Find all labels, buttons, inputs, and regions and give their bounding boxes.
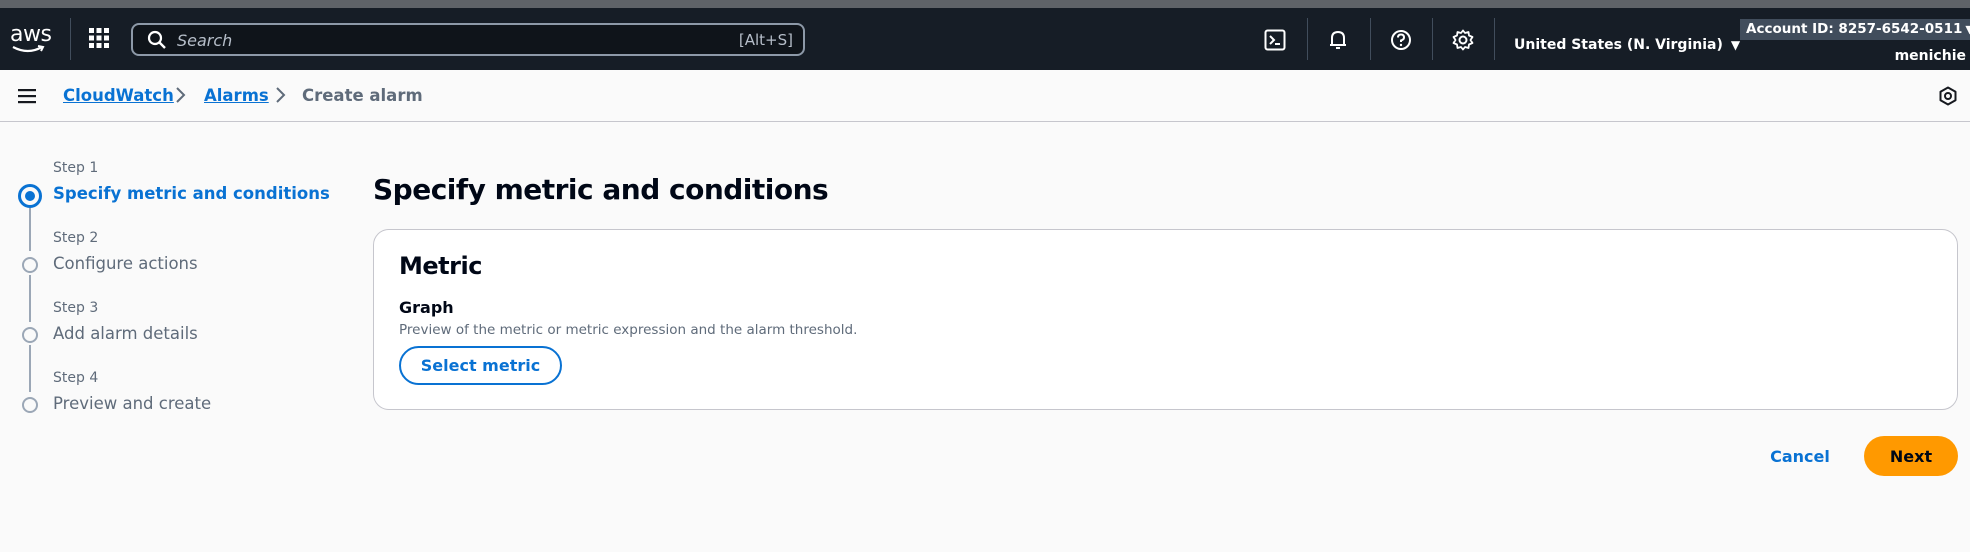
step-2-label: Step 2 — [53, 230, 99, 246]
step-4-label: Step 4 — [53, 370, 99, 386]
username-label[interactable]: menichie — [1895, 48, 1966, 64]
chevron-right-icon — [175, 85, 187, 110]
search-bar[interactable]: [Alt+S] — [131, 23, 805, 56]
breadcrumb-cloudwatch[interactable]: CloudWatch — [63, 86, 174, 105]
page-title: Specify metric and conditions — [373, 173, 829, 206]
step-1-active-indicator-icon — [18, 184, 42, 208]
step-1-label: Step 1 — [53, 160, 99, 176]
region-label: United States (N. Virginia) — [1514, 37, 1723, 53]
nav-divider — [1432, 18, 1433, 60]
window-top-strip — [0, 0, 1970, 8]
settings-button[interactable] — [1450, 27, 1476, 53]
notifications-button[interactable] — [1325, 27, 1351, 53]
step-4-indicator-icon — [22, 397, 38, 413]
breadcrumb-create-alarm: Create alarm — [302, 86, 423, 105]
step-3-indicator-icon — [22, 327, 38, 343]
select-metric-button[interactable]: Select metric — [399, 346, 562, 385]
page-settings-button[interactable] — [1938, 86, 1958, 111]
hamburger-menu-icon — [18, 89, 36, 104]
bell-icon — [1330, 30, 1346, 49]
graph-description: Preview of the metric or metric expressi… — [399, 322, 858, 338]
aws-logo[interactable]: aws — [8, 20, 52, 54]
step-connector — [29, 208, 31, 251]
step-4-title: Preview and create — [53, 394, 212, 413]
next-button[interactable]: Next — [1864, 436, 1958, 476]
graph-label: Graph — [399, 298, 454, 317]
step-3-label: Step 3 — [53, 300, 99, 316]
breadcrumb-alarms[interactable]: Alarms — [204, 86, 269, 105]
account-id-label: Account ID: 8257-6542-0511 — [1746, 21, 1963, 37]
step-2-indicator-icon — [22, 257, 38, 273]
metric-panel-title: Metric — [399, 252, 482, 280]
metric-panel: Metric Graph Preview of the metric or me… — [373, 229, 1958, 410]
step-1-title: Specify metric and conditions — [53, 184, 330, 203]
hexagon-settings-icon — [1939, 86, 1957, 106]
cloudshell-icon — [1264, 29, 1286, 51]
nav-divider — [1494, 18, 1495, 60]
search-input[interactable] — [177, 29, 677, 51]
services-menu-button[interactable] — [88, 27, 112, 51]
caret-down-icon: ▼ — [1730, 38, 1741, 52]
step-connector — [29, 345, 31, 392]
nav-divider — [70, 18, 71, 60]
caret-down-icon: ▼ — [1965, 23, 1970, 36]
settings-icon — [1452, 29, 1474, 51]
chevron-right-icon — [275, 85, 287, 110]
step-2-title: Configure actions — [53, 254, 198, 273]
top-navigation-bar: aws [Alt+S] — [0, 8, 1970, 70]
account-menu[interactable]: Account ID: 8257-6542-0511 ▼ — [1740, 19, 1970, 40]
breadcrumb-bar: CloudWatch Alarms Create alarm — [0, 70, 1970, 122]
search-icon — [147, 30, 167, 55]
nav-divider — [1370, 18, 1371, 60]
help-icon — [1391, 30, 1411, 50]
grid-icon — [89, 28, 109, 48]
cloudshell-button[interactable] — [1262, 27, 1288, 53]
step-3-title: Add alarm details — [53, 324, 198, 343]
cancel-button[interactable]: Cancel — [1760, 436, 1840, 476]
search-shortcut-hint: [Alt+S] — [738, 31, 793, 49]
side-nav-toggle[interactable] — [18, 88, 36, 109]
aws-smile-icon — [12, 45, 45, 53]
region-selector[interactable]: United States (N. Virginia) ▼ — [1514, 37, 1740, 53]
help-button[interactable] — [1388, 27, 1414, 53]
step-connector — [29, 275, 31, 322]
nav-divider — [1307, 18, 1308, 60]
